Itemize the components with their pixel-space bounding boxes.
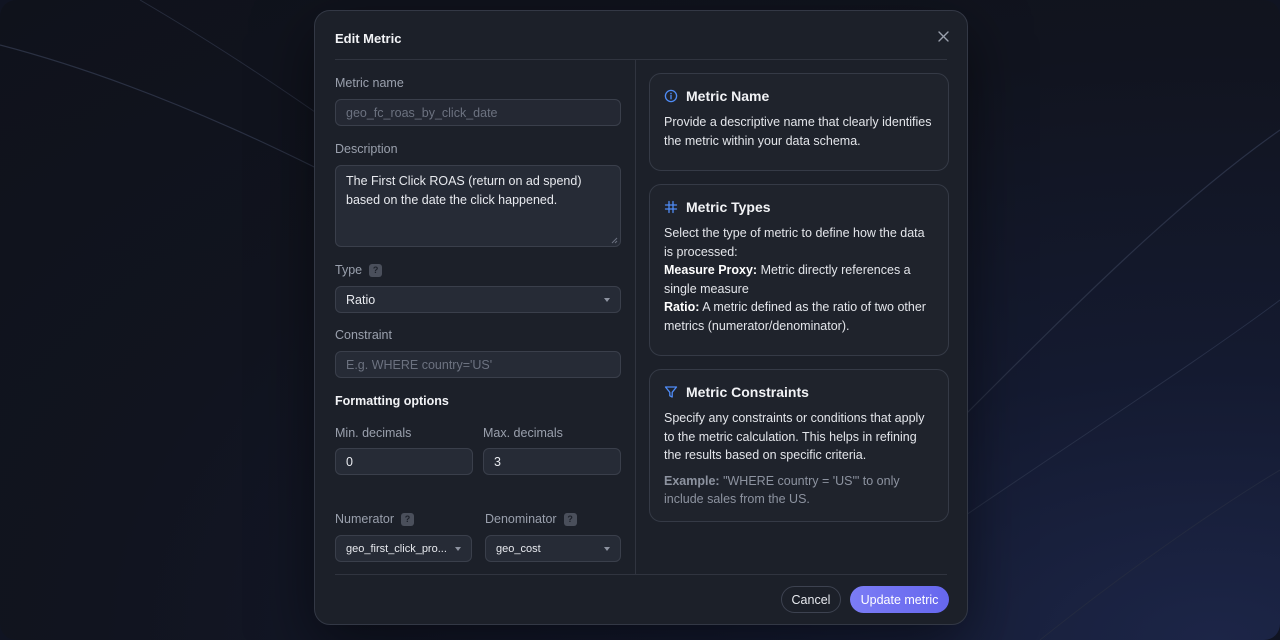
- description-textarea[interactable]: The First Click ROAS (return on ad spend…: [335, 165, 621, 247]
- card-text: metrics (numerator/denominator).: [664, 318, 850, 333]
- constraint-placeholder: E.g. WHERE country='US': [346, 357, 493, 372]
- term-description: A metric defined as the ratio of two oth…: [699, 300, 926, 314]
- max-decimals-value: 3: [494, 454, 501, 469]
- min-decimals-label: Min. decimals: [335, 426, 412, 440]
- description-line: based on the date the click happened.: [346, 192, 558, 207]
- denominator-select-value: geo_cost: [496, 542, 541, 555]
- type-label: Type?: [335, 263, 383, 277]
- metric-name-help-card: Metric Name Provide a descriptive name t…: [649, 73, 949, 171]
- close-icon[interactable]: [935, 28, 951, 44]
- card-text: Select the type of metric to define how …: [664, 226, 925, 240]
- card-title: Metric Name: [686, 88, 770, 104]
- grid-icon: [664, 200, 678, 214]
- numerator-label-text: Numerator: [335, 512, 395, 526]
- card-text: single measure: [664, 281, 749, 296]
- filter-icon: [664, 385, 678, 399]
- term-measure-proxy: Measure Proxy:: [664, 263, 758, 277]
- numerator-select-value: geo_first_click_pro...: [346, 542, 447, 555]
- card-text: Measure Proxy: Metric directly reference…: [664, 261, 934, 280]
- help-icon[interactable]: ?: [369, 263, 383, 277]
- help-icon[interactable]: ?: [563, 512, 577, 526]
- denominator-label: Denominator?: [485, 512, 577, 526]
- metric-name-label: Metric name: [335, 76, 404, 90]
- example-description: "WHERE country = 'US'" to only: [719, 473, 900, 488]
- header-divider: [335, 59, 947, 60]
- card-text: to the metric calculation. This helps in…: [664, 429, 917, 444]
- term-description: Metric directly references a: [757, 263, 911, 277]
- card-text: the metric within your data schema.: [664, 133, 861, 148]
- resize-handle-icon[interactable]: [611, 237, 618, 244]
- term-example: Example:: [664, 473, 720, 488]
- min-decimals-input[interactable]: 0: [335, 448, 473, 475]
- chevron-down-icon: [604, 546, 610, 551]
- denominator-label-text: Denominator: [485, 512, 557, 526]
- description-label: Description: [335, 142, 398, 156]
- card-title: Metric Types: [686, 199, 771, 215]
- min-decimals-value: 0: [346, 454, 353, 469]
- card-text: is processed:: [664, 244, 738, 259]
- card-text: Provide a descriptive name that clearly …: [664, 115, 932, 129]
- card-text: Specify any constraints or conditions th…: [664, 411, 925, 425]
- edit-metric-dialog: Edit Metric Metric name geo_fc_roas_by_c…: [314, 10, 968, 625]
- formatting-options-heading: Formatting options: [335, 394, 449, 408]
- type-select[interactable]: Ratio: [335, 286, 621, 313]
- chevron-down-icon: [455, 546, 461, 551]
- card-title: Metric Constraints: [686, 384, 809, 400]
- footer-divider: [335, 574, 947, 575]
- max-decimals-label: Max. decimals: [483, 426, 563, 440]
- numerator-select[interactable]: geo_first_click_pro...: [335, 535, 472, 562]
- card-text: Ratio: A metric defined as the ratio of …: [664, 298, 934, 317]
- numerator-label: Numerator?: [335, 512, 415, 526]
- constraint-label: Constraint: [335, 328, 392, 342]
- help-icon[interactable]: ?: [401, 512, 415, 526]
- term-ratio: Ratio:: [664, 300, 700, 314]
- info-icon: [664, 89, 678, 103]
- type-select-value: Ratio: [346, 292, 376, 307]
- type-label-text: Type: [335, 263, 363, 277]
- dialog-title: Edit Metric: [335, 31, 402, 46]
- example-text: Example: "WHERE country = 'US'" to only …: [664, 472, 934, 509]
- cancel-button[interactable]: Cancel: [781, 586, 841, 613]
- column-divider: [635, 60, 636, 574]
- max-decimals-input[interactable]: 3: [483, 448, 621, 475]
- metric-types-help-card: Metric Types Select the type of metric t…: [649, 184, 949, 356]
- denominator-select[interactable]: geo_cost: [485, 535, 621, 562]
- metric-constraints-help-card: Metric Constraints Specify any constrain…: [649, 369, 949, 522]
- card-text: the results based on specific criteria.: [664, 448, 867, 462]
- chevron-down-icon: [604, 297, 610, 302]
- metric-name-input[interactable]: geo_fc_roas_by_click_date: [335, 99, 621, 126]
- constraint-input[interactable]: E.g. WHERE country='US': [335, 351, 621, 378]
- example-description: include sales from the US.: [664, 492, 810, 506]
- description-line: The First Click ROAS (return on ad spend…: [346, 174, 582, 188]
- metric-name-value: geo_fc_roas_by_click_date: [346, 105, 498, 120]
- update-metric-button[interactable]: Update metric: [850, 586, 949, 613]
